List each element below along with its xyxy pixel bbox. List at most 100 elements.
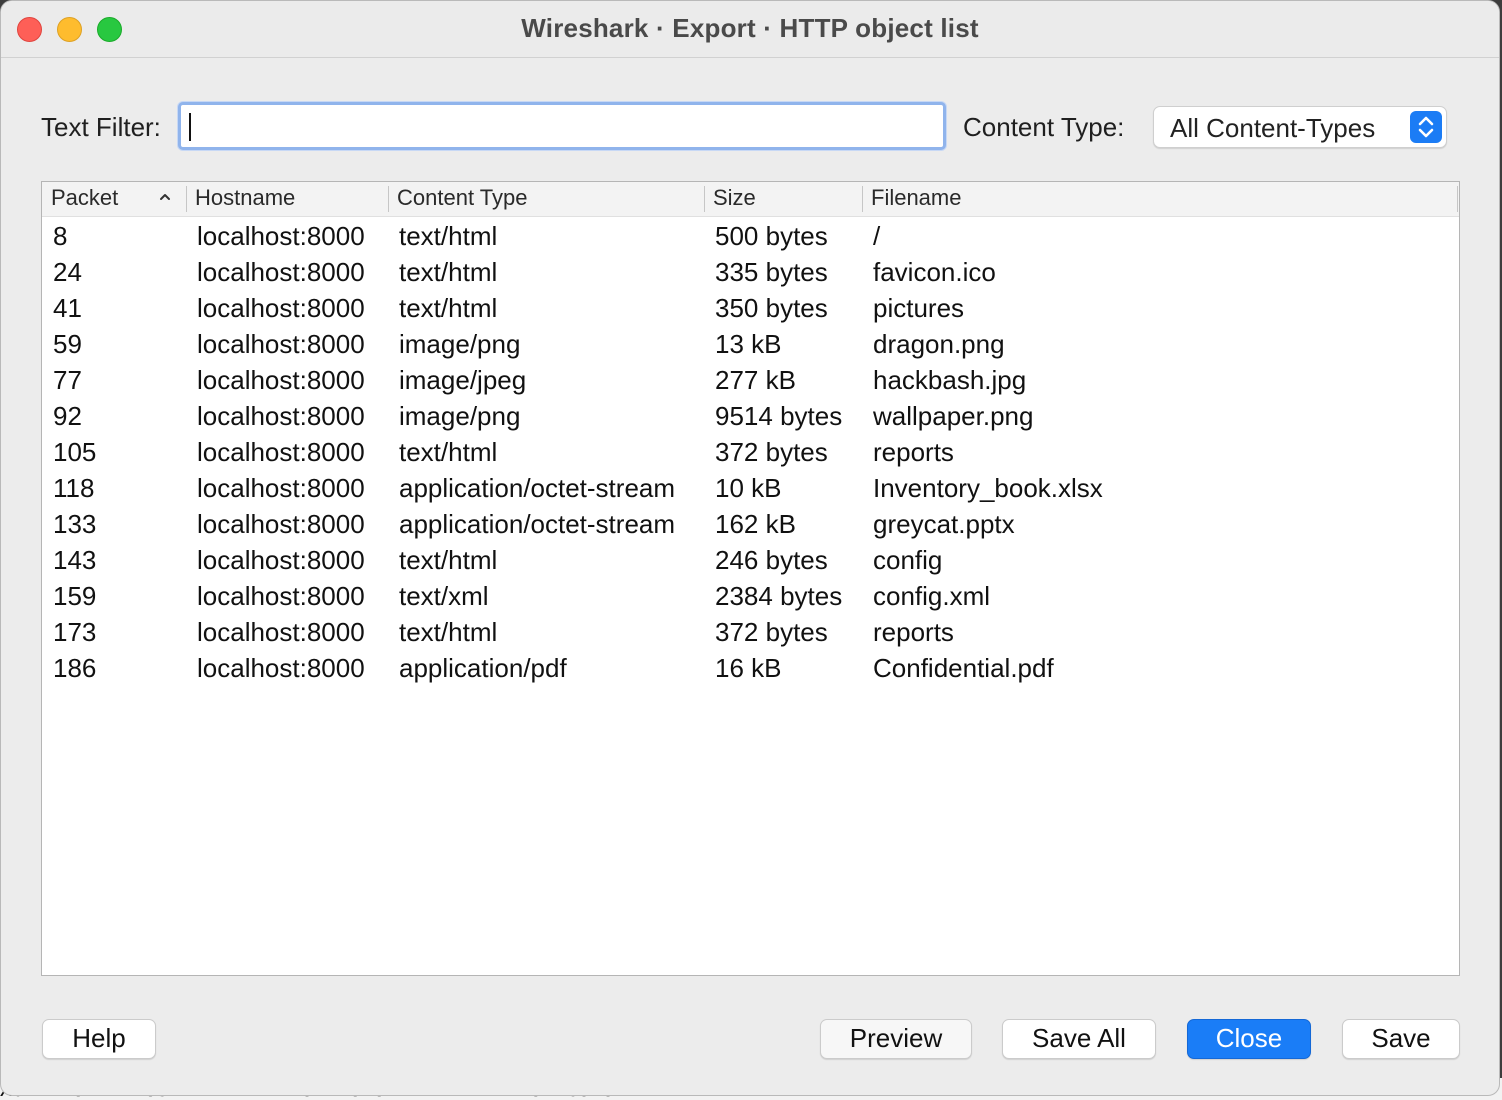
cell-size: 246 bytes xyxy=(715,545,828,575)
export-http-objects-dialog: Wireshark · Export · HTTP object list Te… xyxy=(0,0,1500,1096)
table-row[interactable]: 133 localhost:8000 application/octet-strea… xyxy=(42,506,1459,542)
table-row[interactable]: 143 localhost:8000 text/html 246 bytes confi… xyxy=(42,542,1459,578)
cell-hostname: localhost:8000 xyxy=(197,473,365,503)
cell-packet: 186 xyxy=(53,653,97,683)
save-button[interactable]: Save xyxy=(1342,1019,1460,1059)
content-type-label: Content Type: xyxy=(963,112,1125,142)
cell-content-type: text/html xyxy=(399,257,498,287)
column-header-size[interactable]: Size xyxy=(713,185,756,211)
cell-content-type: text/html xyxy=(399,437,498,467)
cell-size: 372 bytes xyxy=(715,617,828,647)
cell-filename: wallpaper.png xyxy=(873,401,1034,431)
cell-filename: / xyxy=(873,221,881,251)
cell-hostname: localhost:8000 xyxy=(197,545,365,575)
cell-hostname: localhost:8000 xyxy=(197,401,365,431)
text-filter-label: Text Filter: xyxy=(41,112,161,142)
cell-packet: 24 xyxy=(53,257,82,287)
cell-filename: Inventory_book.xlsx xyxy=(873,473,1103,503)
cell-size: 10 kB xyxy=(715,473,782,503)
table-row[interactable]: 41 localhost:8000 text/html 350 bytes pictur… xyxy=(42,290,1459,326)
cell-hostname: localhost:8000 xyxy=(197,221,365,251)
cell-content-type: image/jpeg xyxy=(399,365,527,395)
cell-content-type: application/octet-stream xyxy=(399,509,676,539)
cell-packet: 118 xyxy=(53,473,95,503)
table-row[interactable]: 159 localhost:8000 text/xml 2384 bytes confi… xyxy=(42,578,1459,614)
cell-hostname: localhost:8000 xyxy=(197,329,365,359)
cell-size: 9514 bytes xyxy=(715,401,843,431)
table-header: Packet Hostname Content Type Size Filena… xyxy=(42,182,1459,217)
cell-packet: 143 xyxy=(53,545,97,575)
cell-size: 277 kB xyxy=(715,365,796,395)
table-row[interactable]: 92 localhost:8000 image/png 9514 bytes wallp… xyxy=(42,398,1459,434)
table-row[interactable]: 105 localhost:8000 text/html 372 bytes repor… xyxy=(42,434,1459,470)
text-filter-input[interactable] xyxy=(178,102,946,150)
cell-hostname: localhost:8000 xyxy=(197,293,365,323)
column-separator[interactable] xyxy=(704,186,705,212)
table-row[interactable]: 24 localhost:8000 text/html 335 bytes favico… xyxy=(42,254,1459,290)
up-down-chevron-icon xyxy=(1410,111,1442,143)
cell-packet: 133 xyxy=(53,509,97,539)
table-row[interactable]: 173 localhost:8000 text/html 372 bytes repor… xyxy=(42,614,1459,650)
cell-hostname: localhost:8000 xyxy=(197,581,365,611)
cell-filename: config xyxy=(873,545,943,575)
cell-content-type: text/html xyxy=(399,221,498,251)
text-cursor xyxy=(189,113,191,141)
cell-filename: favicon.ico xyxy=(873,257,996,287)
cell-packet: 59 xyxy=(53,329,82,359)
column-header-content-type[interactable]: Content Type xyxy=(397,185,527,211)
column-header-packet[interactable]: Packet xyxy=(51,185,118,211)
cell-filename: hackbash.jpg xyxy=(873,365,1027,395)
chevron-up-icon xyxy=(158,190,172,209)
cell-filename: pictures xyxy=(873,293,965,323)
cell-packet: 8 xyxy=(53,221,68,251)
cell-size: 372 bytes xyxy=(715,437,828,467)
cell-content-type: application/pdf xyxy=(399,653,567,683)
column-separator[interactable] xyxy=(388,186,389,212)
cell-content-type: text/html xyxy=(399,545,498,575)
content-type-select[interactable]: All Content-Types xyxy=(1153,106,1447,148)
cell-packet: 173 xyxy=(53,617,97,647)
title-bar[interactable]: Wireshark · Export · HTTP object list xyxy=(1,1,1499,58)
table-row[interactable]: 118 localhost:8000 application/octet-strea… xyxy=(42,470,1459,506)
cell-packet: 41 xyxy=(53,293,82,323)
http-objects-table[interactable]: Packet Hostname Content Type Size Filena… xyxy=(41,181,1460,976)
column-header-hostname[interactable]: Hostname xyxy=(195,185,295,211)
cell-content-type: application/octet-stream xyxy=(399,473,676,503)
cell-filename: config.xml xyxy=(873,581,991,611)
cell-size: 13 kB xyxy=(715,329,782,359)
preview-button[interactable]: Preview xyxy=(820,1019,972,1059)
save-all-button[interactable]: Save All xyxy=(1002,1019,1156,1059)
cell-content-type: text/html xyxy=(399,293,498,323)
column-separator xyxy=(1457,186,1458,212)
close-button[interactable]: Close xyxy=(1187,1019,1311,1059)
cell-packet: 92 xyxy=(53,401,82,431)
help-button[interactable]: Help xyxy=(42,1019,156,1059)
table-row[interactable]: 8 localhost:8000 text/html 500 bytes / xyxy=(42,218,1459,254)
cell-filename: Confidential.pdf xyxy=(873,653,1054,683)
cell-hostname: localhost:8000 xyxy=(197,365,365,395)
table-row[interactable]: 77 localhost:8000 image/jpeg 277 kB hackbash… xyxy=(42,362,1459,398)
cell-size: 500 bytes xyxy=(715,221,828,251)
column-separator[interactable] xyxy=(186,186,187,212)
cell-hostname: localhost:8000 xyxy=(197,509,365,539)
column-separator[interactable] xyxy=(862,186,863,212)
table-row[interactable]: 59 localhost:8000 image/png 13 kB dragon.png xyxy=(42,326,1459,362)
content-type-selected-value: All Content-Types xyxy=(1170,113,1376,143)
cell-hostname: localhost:8000 xyxy=(197,437,365,467)
table-row[interactable]: 186 localhost:8000 application/pdf 16 kB Con… xyxy=(42,650,1459,686)
cell-hostname: localhost:8000 xyxy=(197,617,365,647)
cell-packet: 105 xyxy=(53,437,97,467)
cell-packet: 159 xyxy=(53,581,97,611)
cell-content-type: image/png xyxy=(399,401,521,431)
cell-content-type: text/xml xyxy=(399,581,489,611)
cell-filename: greycat.pptx xyxy=(873,509,1015,539)
cell-content-type: text/html xyxy=(399,617,498,647)
cell-filename: reports xyxy=(873,617,954,647)
cell-size: 2384 bytes xyxy=(715,581,843,611)
cell-hostname: localhost:8000 xyxy=(197,653,365,683)
column-header-filename[interactable]: Filename xyxy=(871,185,961,211)
cell-size: 162 kB xyxy=(715,509,796,539)
cell-filename: dragon.png xyxy=(873,329,1005,359)
cell-size: 335 bytes xyxy=(715,257,828,287)
cell-size: 350 bytes xyxy=(715,293,828,323)
